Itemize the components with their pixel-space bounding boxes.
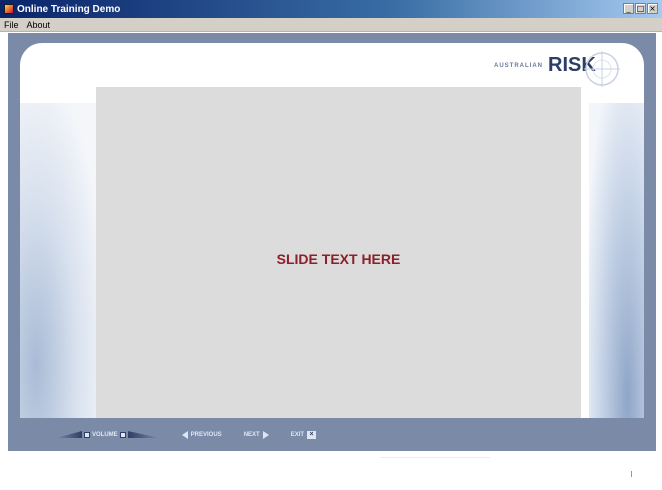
exit-button[interactable]: EXIT × [290,430,317,439]
exit-x-glyph: × [309,431,314,438]
slide-content: SLIDE TEXT HERE [96,87,581,431]
slide-stage: AUSTRALIAN RISK SLIDE TEXT HERE [20,43,644,431]
window-title: Online Training Demo [17,3,121,15]
minimize-button[interactable]: _ [623,3,634,14]
previous-button[interactable]: PREVIOUS [181,430,222,439]
window-controls: _ □ × [623,3,658,14]
menu-bar: File About [0,18,662,32]
volume-down-icon[interactable] [84,431,90,438]
volume-up-ramp[interactable] [127,431,160,438]
volume-down-ramp[interactable] [56,431,82,438]
next-button[interactable]: NEXT [243,430,269,439]
company-logo: AUSTRALIAN RISK [494,49,640,89]
previous-label: PREVIOUS [190,431,222,438]
arrow-left-icon [181,430,188,439]
volume-up-icon[interactable] [119,431,126,438]
menu-file[interactable]: File [4,20,19,30]
volume-label: VOLUME [92,431,118,438]
menu-about[interactable]: About [27,20,51,30]
status-marker [631,471,632,477]
right-decoration [589,103,644,431]
app-window: Online Training Demo _ □ × File About AU… [0,0,662,490]
app-icon [4,4,14,14]
crosshair-icon [584,51,620,87]
next-label: NEXT [243,431,260,438]
title-bar[interactable]: Online Training Demo _ □ × [0,0,662,18]
navigation-bar: VOLUME PREVIOUS NEXT EXIT × [8,418,656,451]
maximize-button[interactable]: □ [635,3,646,14]
logo-small-text: AUSTRALIAN [494,63,543,69]
arrow-right-icon [262,430,269,439]
left-decoration [20,103,100,431]
status-area [0,451,662,490]
presentation-frame: AUSTRALIAN RISK SLIDE TEXT HERE [8,33,656,451]
volume-control[interactable]: VOLUME [56,431,160,438]
slide-text: SLIDE TEXT HERE [276,251,401,267]
close-button[interactable]: × [647,3,658,14]
status-divider [380,457,490,458]
exit-icon: × [307,430,317,439]
exit-label: EXIT [290,431,305,438]
